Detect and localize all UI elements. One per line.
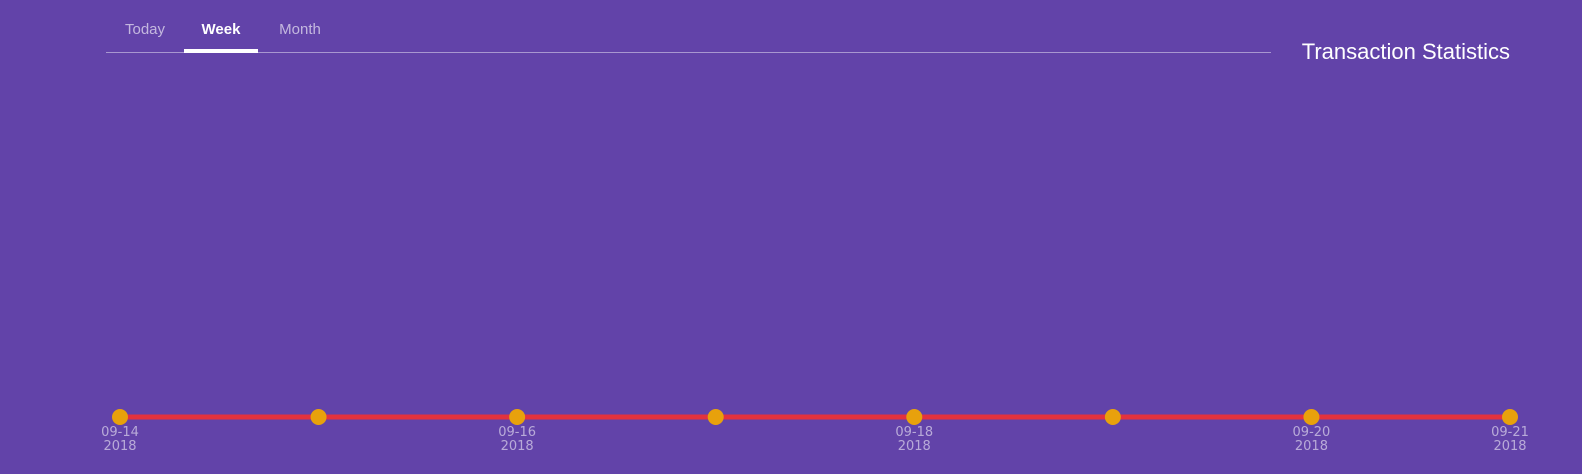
x-tick-label: 09-18 2018 <box>895 425 933 454</box>
line-chart: 09-14 2018 09-16 2018 09-18 2018 09-20 2018 09-2… <box>101 409 1529 454</box>
transaction-statistics-panel: Today Week Month Transaction Statistics … <box>0 0 1582 474</box>
x-tick-label: 09-21 2018 <box>1491 425 1529 454</box>
x-tick-label: 09-20 2018 <box>1293 425 1331 454</box>
x-tick-label: 09-16 2018 <box>498 425 536 454</box>
x-tick-label: 09-14 2018 <box>101 425 139 454</box>
data-point-2018-09-20[interactable] <box>1303 409 1320 425</box>
data-point-2018-09-16[interactable] <box>509 409 526 425</box>
data-point-2018-09-19[interactable] <box>1104 409 1121 425</box>
data-point-2018-09-18[interactable] <box>906 409 923 425</box>
data-point-2018-09-17[interactable] <box>707 409 724 425</box>
data-point-2018-09-14[interactable] <box>112 409 128 425</box>
data-point-2018-09-21[interactable] <box>1502 409 1518 425</box>
data-point-2018-09-15[interactable] <box>310 409 327 425</box>
